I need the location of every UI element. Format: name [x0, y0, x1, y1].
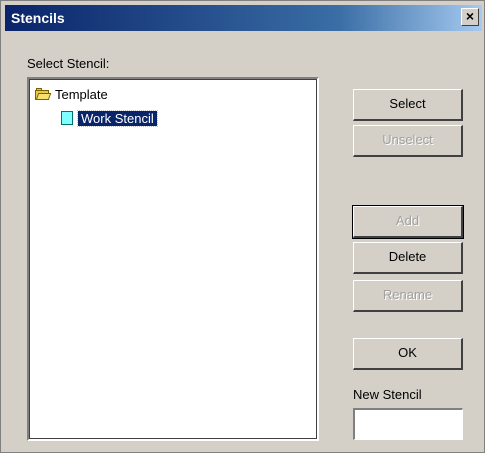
tree-item-template[interactable]: Template: [35, 85, 108, 103]
delete-button[interactable]: Delete: [353, 242, 463, 274]
stencils-dialog: Stencils × Select Stencil: Template Work…: [0, 0, 485, 453]
stencil-icon: [61, 111, 73, 125]
select-stencil-label: Select Stencil:: [27, 56, 110, 71]
rename-button[interactable]: Rename: [353, 280, 463, 312]
folder-icon: [35, 88, 52, 100]
ok-button[interactable]: OK: [353, 338, 463, 370]
add-button[interactable]: Add: [352, 205, 464, 239]
window-title: Stencils: [11, 10, 65, 26]
unselect-button[interactable]: Unselect: [353, 125, 463, 157]
tree-item-work-stencil[interactable]: Work Stencil: [61, 109, 158, 127]
select-button[interactable]: Select: [353, 89, 463, 121]
tree-item-label: Work Stencil: [77, 109, 158, 127]
title-bar: Stencils ×: [5, 5, 482, 31]
stencil-tree[interactable]: Template Work Stencil: [27, 77, 319, 441]
new-stencil-label: New Stencil: [353, 387, 422, 402]
new-stencil-input[interactable]: [353, 408, 463, 440]
tree-item-label: Template: [55, 86, 108, 102]
close-icon[interactable]: ×: [461, 8, 479, 26]
